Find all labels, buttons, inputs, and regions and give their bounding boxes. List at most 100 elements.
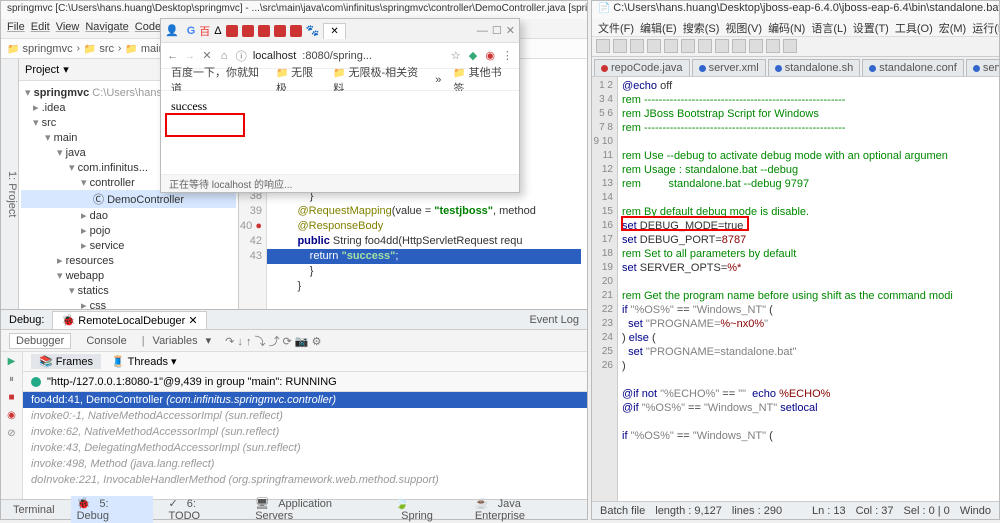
npp-menu-run[interactable]: 运行(R) (972, 20, 999, 35)
toolbar-btn[interactable] (647, 39, 661, 53)
menu-code[interactable]: Code (135, 21, 161, 36)
npp-tab[interactable]: server.xml (692, 59, 766, 76)
tab-spring[interactable]: 🍃 Spring (389, 496, 459, 523)
project-dropdown[interactable]: Project (25, 64, 59, 76)
npp-tabbar[interactable]: repoCode.java server.xml standalone.sh s… (592, 57, 999, 77)
npp-tab[interactable]: standalone.sh (768, 59, 861, 76)
url-input[interactable] (302, 50, 444, 62)
npp-menu-encoding[interactable]: 编码(N) (768, 20, 805, 35)
frames-threads-bar[interactable]: 📚 Frames 🧵 Threads ▾ (23, 352, 587, 372)
tree-dao[interactable]: dao (21, 208, 236, 223)
tree-service[interactable]: service (21, 238, 236, 253)
menu-view[interactable]: View (56, 21, 80, 36)
mute-bp-icon[interactable]: ⊘ (5, 428, 19, 442)
tab-paw-icon[interactable]: 🐾 (306, 24, 320, 37)
profile-icon[interactable]: 👤 (165, 24, 179, 37)
tab-todo[interactable]: ✓ 6: TODO (163, 496, 240, 523)
stop-icon[interactable]: ■ (5, 392, 19, 406)
tree-pojo[interactable]: pojo (21, 223, 236, 238)
toolbar-btn[interactable] (613, 39, 627, 53)
frame-row[interactable]: invoke:43, DelegatingMethodAccessorImpl … (23, 440, 587, 456)
stop-reload-icon[interactable]: ✕ (201, 49, 212, 62)
event-log-tab[interactable]: Event Log (529, 314, 579, 326)
tab-icon[interactable] (258, 25, 270, 37)
back-icon[interactable]: ← (167, 50, 178, 62)
npp-menu-settings[interactable]: 设置(T) (853, 20, 889, 35)
browser-tabbar[interactable]: 👤 G 百 Δ 🐾 ✕ — ☐ ✕ (161, 19, 519, 43)
tab-debug[interactable]: 🐞 5: Debug (71, 496, 153, 523)
tab-terminal[interactable]: Terminal (7, 503, 61, 517)
crumb-main[interactable]: main (125, 43, 164, 55)
resume-icon[interactable]: ▶ (5, 356, 19, 370)
max-icon[interactable]: ☐ (492, 24, 502, 37)
npp-menu-lang[interactable]: 语言(L) (811, 20, 846, 35)
menu-file[interactable]: File (7, 21, 25, 36)
tree-resources[interactable]: resources (21, 253, 236, 268)
frame-row[interactable]: foo4dd:41, DemoController (com.infinitus… (23, 392, 587, 408)
tree-statics[interactable]: statics (21, 283, 236, 298)
toolbar-btn[interactable] (732, 39, 746, 53)
frame-row[interactable]: invoke:62, NativeMethodAccessorImpl (sun… (23, 424, 587, 440)
bicon-g[interactable]: G (187, 25, 196, 37)
menu-icon[interactable]: ⋮ (502, 49, 513, 62)
menu-edit[interactable]: Edit (31, 21, 50, 36)
npp-code[interactable]: @echo off rem --------------------------… (618, 77, 999, 501)
threads-tab[interactable]: 🧵 Threads ▾ (111, 355, 177, 368)
step-icons[interactable]: ↷ ↓ ↑ ⤵ ⤴ ⟳ 📷 ⚙ (225, 333, 321, 349)
toolbar-btn[interactable] (749, 39, 763, 53)
tab-icon[interactable] (290, 25, 302, 37)
debug-thread-status[interactable]: "http-/127.0.0.1:8080-1"@9,439 in group … (23, 372, 587, 392)
min-icon[interactable]: — (477, 25, 488, 37)
bookmarks-bar[interactable]: 百度一下，你就知道 无限极 无限极-相关资料 » 其他书签 (161, 69, 519, 91)
npp-tab[interactable]: repoCode.java (594, 59, 690, 76)
bicon-baidu[interactable]: 百 (199, 23, 210, 39)
toolbar-btn[interactable] (681, 39, 695, 53)
npp-menu-view[interactable]: 视图(V) (725, 20, 762, 35)
npp-menu-tools[interactable]: 工具(O) (895, 20, 933, 35)
toolbar-btn[interactable] (783, 39, 797, 53)
toolbar-btn[interactable] (698, 39, 712, 53)
frames-tab[interactable]: 📚 Frames (31, 354, 101, 369)
tab-console[interactable]: Console (79, 333, 133, 349)
breakpoint-line[interactable]: return "success"; (267, 249, 581, 264)
frame-row[interactable]: invoke:498, Method (java.lang.reflect) (23, 456, 587, 472)
tab-icon[interactable] (242, 25, 254, 37)
npp-menu-macro[interactable]: 宏(M) (939, 20, 967, 35)
crumb-src[interactable]: src (84, 43, 114, 55)
variables-label[interactable]: Variables (153, 335, 198, 347)
npp-menu-edit[interactable]: 编辑(E) (640, 20, 677, 35)
toolbar-btn[interactable] (664, 39, 678, 53)
star-icon[interactable]: ☆ (450, 49, 461, 62)
npp-gutter[interactable]: 1 2 3 4 5 6 7 8 9 10 11 12 13 14 15 16 1… (592, 77, 618, 501)
npp-editor[interactable]: 1 2 3 4 5 6 7 8 9 10 11 12 13 14 15 16 1… (592, 77, 999, 501)
active-tab[interactable]: ✕ (323, 23, 345, 39)
debug-config-tab[interactable]: 🐞 RemoteLocalDebuger ✕ (52, 311, 206, 329)
tab-icon[interactable] (274, 25, 286, 37)
close-icon[interactable]: ✕ (506, 24, 515, 37)
ext-icon[interactable]: ◉ (485, 49, 496, 62)
npp-menu-search[interactable]: 搜索(S) (683, 20, 720, 35)
fwd-icon[interactable]: → (184, 50, 195, 62)
toolbar-btn[interactable] (766, 39, 780, 53)
rail-project[interactable]: 1: Project (6, 171, 18, 217)
menu-navigate[interactable]: Navigate (85, 21, 128, 36)
ide-leftrail[interactable]: 1: Project 7: Structure (1, 59, 19, 309)
pause-icon[interactable]: ⏸ (5, 374, 19, 388)
npp-toolbar[interactable] (592, 37, 999, 57)
toolbar-btn[interactable] (630, 39, 644, 53)
npp-tab[interactable]: server_log (966, 59, 999, 76)
tree-webapp[interactable]: webapp (21, 268, 236, 283)
debug-leftbar[interactable]: ▶ ⏸ ■ ◉ ⊘ (1, 352, 23, 499)
crumb-root[interactable]: springmvc (7, 43, 73, 55)
tab-javaee[interactable]: ☕ Java Enterprise (469, 496, 581, 523)
frame-row[interactable]: doInvoke:221, InvocableHandlerMethod (or… (23, 472, 587, 488)
npp-tab[interactable]: standalone.conf (862, 59, 964, 76)
toolbar-btn[interactable] (596, 39, 610, 53)
shield-icon[interactable]: ◆ (467, 49, 478, 62)
stack-frames[interactable]: foo4dd:41, DemoController (com.infinitus… (23, 392, 587, 499)
tab-debugger[interactable]: Debugger (9, 333, 71, 349)
npp-menu-file[interactable]: 文件(F) (598, 20, 634, 35)
debug-toolbar[interactable]: Debugger Console | Variables▾ ↷ ↓ ↑ ⤵ ⤴ … (1, 330, 587, 352)
tab-appservers[interactable]: 🖥 Application Servers (249, 496, 379, 523)
debug-title[interactable]: Debug: 🐞 RemoteLocalDebuger ✕ Event Log (1, 310, 587, 330)
